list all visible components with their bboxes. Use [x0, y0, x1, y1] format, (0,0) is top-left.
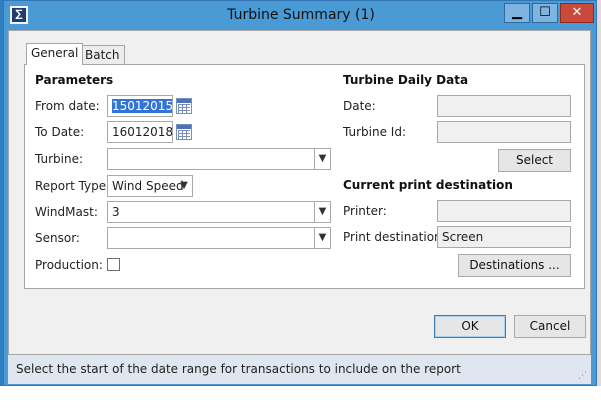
close-icon[interactable]: ✕	[560, 3, 594, 23]
printer-field[interactable]	[437, 200, 571, 222]
print-destination-label: Print destination:	[343, 230, 446, 244]
cancel-button[interactable]: Cancel	[514, 315, 586, 338]
windmast-value: 3	[112, 205, 120, 219]
destinations-button[interactable]: Destinations ...	[458, 254, 571, 277]
date-label: Date:	[343, 99, 376, 113]
report-type-value: Wind Speed	[112, 179, 184, 193]
windmast-label: WindMast:	[35, 205, 98, 219]
minimize-icon[interactable]: ▁	[504, 3, 530, 23]
report-type-label: Report Type:	[35, 179, 111, 193]
ok-button[interactable]: OK	[434, 315, 506, 338]
resize-grip-icon[interactable]: ⋰	[577, 371, 587, 381]
tab-general[interactable]: General	[26, 43, 84, 65]
from-date-field[interactable]: 15012015	[107, 95, 173, 117]
sensor-label: Sensor:	[35, 231, 80, 245]
turbine-id-field[interactable]	[437, 121, 571, 143]
print-destination-heading: Current print destination	[343, 178, 513, 192]
production-checkbox[interactable]	[107, 258, 120, 271]
chevron-down-icon[interactable]: ▼	[314, 228, 330, 248]
sensor-dropdown[interactable]: ▼	[107, 227, 331, 249]
chevron-down-icon[interactable]: ▼	[314, 202, 330, 222]
maximize-icon[interactable]: ☐	[532, 3, 558, 23]
printer-label: Printer:	[343, 204, 387, 218]
background-window-edge-right	[597, 0, 601, 409]
status-bar: Select the start of the date range for t…	[8, 354, 591, 384]
daily-data-heading: Turbine Daily Data	[343, 73, 469, 87]
from-date-value: 15012015	[112, 99, 173, 113]
chevron-down-icon[interactable]: ▼	[176, 176, 192, 196]
calendar-icon[interactable]	[176, 98, 192, 114]
from-date-label: From date:	[35, 99, 100, 113]
to-date-field[interactable]: 16012018	[107, 121, 173, 143]
status-text: Select the start of the date range for t…	[16, 362, 461, 376]
select-button[interactable]: Select	[498, 149, 571, 172]
turbine-id-label: Turbine Id:	[343, 125, 406, 139]
tab-batch[interactable]: Batch	[80, 45, 125, 65]
dialog-client-area: General Batch Parameters From date: 1501…	[8, 30, 591, 384]
chevron-down-icon[interactable]: ▼	[314, 149, 330, 169]
general-tab-panel: Parameters From date: 15012015 To Date: …	[24, 64, 585, 289]
daily-date-field[interactable]	[437, 95, 571, 117]
report-type-select[interactable]: Wind Speed ▼	[107, 175, 193, 197]
windmast-dropdown[interactable]: 3 ▼	[107, 201, 331, 223]
turbine-label: Turbine:	[35, 152, 84, 166]
parameters-heading: Parameters	[35, 73, 114, 87]
calendar-icon[interactable]	[176, 124, 192, 140]
to-date-label: To Date:	[35, 125, 85, 139]
production-label: Production:	[35, 258, 103, 272]
background-window-area	[0, 386, 601, 409]
turbine-dropdown[interactable]: ▼	[107, 148, 331, 170]
print-destination-field[interactable]: Screen	[437, 226, 571, 248]
